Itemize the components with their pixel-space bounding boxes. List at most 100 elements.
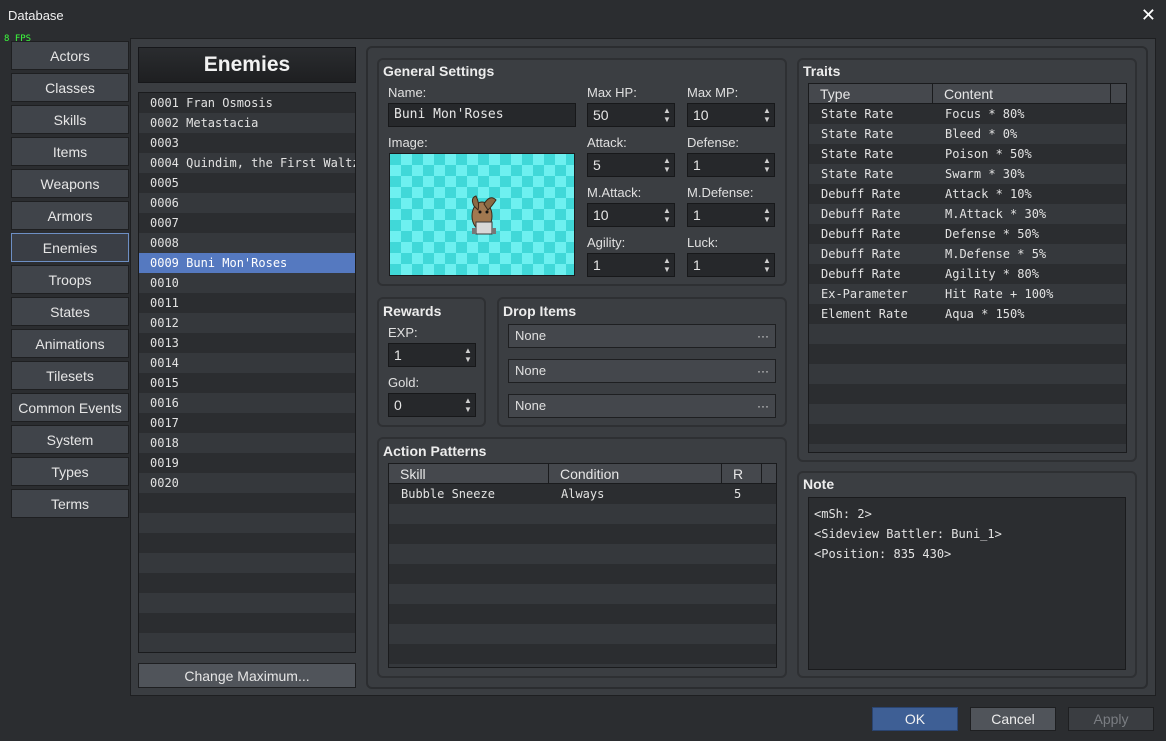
column-type[interactable]: Type (809, 84, 933, 103)
enemy-list[interactable]: 0001 Fran Osmosis 0002 Metastacia 0003 0004… (138, 92, 356, 653)
luck-field[interactable]: 1 ▲ ▼ (687, 253, 775, 277)
action-pattern-empty-row[interactable] (389, 504, 776, 524)
enemy-list-item[interactable]: 0003 (139, 133, 355, 153)
category-armors[interactable]: Armors (11, 201, 129, 230)
enemy-list-item[interactable]: 0004 Quindim, the First Waltz (139, 153, 355, 173)
trait-row[interactable]: Debuff Rate M.Defense * 5% (809, 244, 1126, 264)
trait-row[interactable]: State Rate Poison * 50% (809, 144, 1126, 164)
spinner-arrows-icon[interactable]: ▲ ▼ (762, 256, 772, 274)
action-pattern-empty-row[interactable] (389, 664, 776, 667)
close-icon[interactable]: ✕ (1141, 5, 1156, 26)
spinner-arrows-icon[interactable]: ▲ ▼ (662, 206, 672, 224)
m-attack-field[interactable]: 10 ▲ ▼ (587, 203, 675, 227)
column-skill[interactable]: Skill (389, 464, 549, 483)
trait-row[interactable]: Debuff Rate M.Attack * 30% (809, 204, 1126, 224)
category-troops[interactable]: Troops (11, 265, 129, 294)
enemy-list-item[interactable]: 0019 (139, 453, 355, 473)
category-skills[interactable]: Skills (11, 105, 129, 134)
spinner-arrows-icon[interactable]: ▲ ▼ (662, 256, 672, 274)
column-content[interactable]: Content (933, 84, 1111, 103)
cancel-button[interactable]: Cancel (970, 707, 1056, 731)
name-field[interactable]: Buni Mon'Roses (388, 103, 576, 127)
spinner-arrows-icon[interactable]: ▲ ▼ (762, 106, 772, 124)
drop-item-1[interactable]: None ··· (508, 324, 776, 348)
drop-item-3[interactable]: None ··· (508, 394, 776, 418)
trait-row[interactable]: State Rate Bleed * 0% (809, 124, 1126, 144)
action-patterns-table[interactable]: Skill Condition R Bubble Sneeze Always 5 (388, 463, 777, 668)
action-pattern-empty-row[interactable] (389, 564, 776, 584)
trait-row[interactable]: Element Rate Aqua * 150% (809, 304, 1126, 324)
spinner-arrows-icon[interactable]: ▲ ▼ (762, 156, 772, 174)
enemy-image-preview[interactable] (389, 153, 575, 276)
gold-field[interactable]: 0 ▲ ▼ (388, 393, 476, 417)
category-tilesets[interactable]: Tilesets (11, 361, 129, 390)
action-pattern-empty-row[interactable] (389, 644, 776, 664)
trait-row[interactable]: Debuff Rate Defense * 50% (809, 224, 1126, 244)
category-types[interactable]: Types (11, 457, 129, 486)
enemy-list-item[interactable]: 0014 (139, 353, 355, 373)
column-rating[interactable]: R (722, 464, 762, 483)
action-pattern-empty-row[interactable] (389, 524, 776, 544)
enemy-list-item[interactable]: 0011 (139, 293, 355, 313)
agility-field[interactable]: 1 ▲ ▼ (587, 253, 675, 277)
spinner-arrows-icon[interactable]: ▲ ▼ (662, 106, 672, 124)
enemy-list-item[interactable]: 0020 (139, 473, 355, 493)
m-defense-field[interactable]: 1 ▲ ▼ (687, 203, 775, 227)
max-hp-field[interactable]: 50 ▲ ▼ (587, 103, 675, 127)
category-terms[interactable]: Terms (11, 489, 129, 518)
trait-row[interactable]: Debuff Rate Agility * 80% (809, 264, 1126, 284)
change-maximum-button[interactable]: Change Maximum... (138, 663, 356, 688)
spinner-arrows-icon[interactable]: ▲ ▼ (463, 396, 473, 414)
enemy-list-item[interactable]: 0005 (139, 173, 355, 193)
action-pattern-empty-row[interactable] (389, 624, 776, 644)
enemy-list-item[interactable]: 0001 Fran Osmosis (139, 93, 355, 113)
enemy-list-item[interactable]: 0012 (139, 313, 355, 333)
enemy-list-item[interactable]: 0013 (139, 333, 355, 353)
enemy-list-item[interactable]: 0007 (139, 213, 355, 233)
category-actors[interactable]: Actors (11, 41, 129, 70)
action-pattern-row[interactable]: Bubble Sneeze Always 5 (389, 484, 776, 504)
trait-empty-row[interactable] (809, 424, 1126, 444)
more-options-icon[interactable]: ··· (757, 360, 769, 382)
category-animations[interactable]: Animations (11, 329, 129, 358)
category-common-events[interactable]: Common Events (11, 393, 129, 422)
trait-row[interactable]: Debuff Rate Attack * 10% (809, 184, 1126, 204)
trait-row[interactable]: Ex-Parameter Hit Rate + 100% (809, 284, 1126, 304)
spinner-arrows-icon[interactable]: ▲ ▼ (662, 156, 672, 174)
action-pattern-empty-row[interactable] (389, 584, 776, 604)
traits-table[interactable]: Type Content State Rate Focus * 80% State … (808, 83, 1127, 453)
spinner-arrows-icon[interactable]: ▲ ▼ (463, 346, 473, 364)
enemy-list-item[interactable]: 0018 (139, 433, 355, 453)
category-weapons[interactable]: Weapons (11, 169, 129, 198)
more-options-icon[interactable]: ··· (757, 325, 769, 347)
category-states[interactable]: States (11, 297, 129, 326)
enemy-list-item[interactable]: 0008 (139, 233, 355, 253)
defense-field[interactable]: 1 ▲ ▼ (687, 153, 775, 177)
trait-row[interactable]: State Rate Focus * 80% (809, 104, 1126, 124)
enemy-list-item[interactable]: 0016 (139, 393, 355, 413)
enemy-list-item[interactable]: 0002 Metastacia (139, 113, 355, 133)
enemy-list-item[interactable]: 0009 Buni Mon'Roses (139, 253, 355, 273)
spinner-arrows-icon[interactable]: ▲ ▼ (762, 206, 772, 224)
trait-empty-row[interactable] (809, 324, 1126, 344)
category-system[interactable]: System (11, 425, 129, 454)
action-pattern-empty-row[interactable] (389, 604, 776, 624)
trait-empty-row[interactable] (809, 444, 1126, 452)
enemy-list-item[interactable]: 0010 (139, 273, 355, 293)
category-classes[interactable]: Classes (11, 73, 129, 102)
trait-empty-row[interactable] (809, 344, 1126, 364)
max-mp-field[interactable]: 10 ▲ ▼ (687, 103, 775, 127)
trait-row[interactable]: State Rate Swarm * 30% (809, 164, 1126, 184)
more-options-icon[interactable]: ··· (757, 395, 769, 417)
enemy-list-item[interactable]: 0006 (139, 193, 355, 213)
category-items[interactable]: Items (11, 137, 129, 166)
category-enemies[interactable]: Enemies (11, 233, 129, 262)
column-condition[interactable]: Condition (549, 464, 722, 483)
enemy-list-item[interactable]: 0015 (139, 373, 355, 393)
trait-empty-row[interactable] (809, 404, 1126, 424)
drop-item-2[interactable]: None ··· (508, 359, 776, 383)
exp-field[interactable]: 1 ▲ ▼ (388, 343, 476, 367)
enemy-list-item[interactable]: 0017 (139, 413, 355, 433)
action-pattern-empty-row[interactable] (389, 544, 776, 564)
trait-empty-row[interactable] (809, 364, 1126, 384)
